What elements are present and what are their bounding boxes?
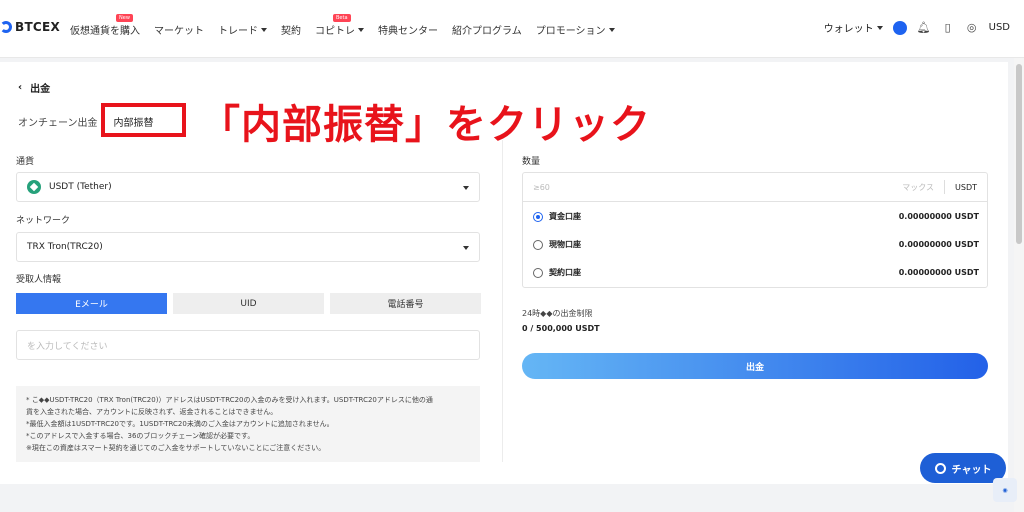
currency-selector[interactable]: USD [989, 22, 1010, 33]
chat-label: チャット [951, 464, 992, 476]
logo-text: BTCEX [15, 20, 61, 34]
globe-icon[interactable]: ◎ [965, 21, 979, 35]
highlight-box [101, 103, 186, 137]
nav-copy-trade[interactable]: コピトレ Beta [315, 14, 364, 37]
account-balance: 0.00000000 USDT [898, 240, 979, 249]
limit-label: 24時◆◆の出金制限 [522, 309, 593, 318]
chevron-down-icon [358, 27, 364, 32]
radio-selected[interactable] [533, 211, 543, 222]
wallet-label: ウォレット [823, 24, 874, 35]
chevron-down-icon [463, 186, 469, 190]
account-name: 契約口座 [549, 268, 581, 277]
currency-select[interactable]: USDT (Tether) [16, 172, 480, 202]
network-label: ネットワーク [16, 216, 71, 226]
user-avatar-icon[interactable] [892, 20, 907, 35]
note-line: ※現在この資産はスマート契約を通じてのご入金をサポートしていないことにご注意くだ… [26, 444, 326, 452]
chevron-down-icon [608, 27, 615, 32]
chevron-down-icon [876, 25, 883, 30]
usdt-coin-icon [27, 180, 41, 194]
note-line: *最低入金額は1USDT-TRC20です。1USDT-TRC20未満のご入金はア… [26, 420, 334, 428]
column-divider [502, 140, 503, 462]
account-option-contract[interactable]: 契約口座 0.00000000 USDT [533, 267, 979, 278]
nav-label: プロモーション [535, 26, 606, 37]
nav-buy-crypto[interactable]: 仮想通貨を購入 New [70, 14, 140, 37]
nav-trade[interactable]: トレード [218, 22, 267, 37]
support-widget-icon[interactable]: ◉ [993, 478, 1017, 502]
bell-icon[interactable]: 🔔︎ [917, 21, 931, 35]
limit-value: 0 / 500,000 USDT [522, 324, 600, 333]
nav-label: 紹介プログラム [452, 26, 522, 37]
scrollbar-thumb[interactable] [1016, 64, 1022, 244]
max-button[interactable]: マックス [902, 182, 934, 193]
nav-contract[interactable]: 契約 [281, 22, 301, 37]
account-balance: 0.00000000 USDT [898, 212, 979, 221]
recipient-type-tabs: Eメール UID 電話番号 [16, 293, 481, 314]
nav-label: トレード [218, 26, 258, 37]
separator [944, 180, 946, 194]
tab-phone[interactable]: 電話番号 [330, 293, 481, 314]
nav-label: 特典センター [378, 26, 438, 37]
amount-box: ≥60 マックス USDT 資金口座 0.00000000 USDT 現物口座 … [522, 172, 988, 288]
network-select[interactable]: TRX Tron(TRC20) [16, 232, 480, 262]
withdraw-button[interactable]: 出金 [522, 353, 988, 379]
beta-badge: Beta [333, 14, 351, 22]
page-scrollbar[interactable] [1014, 58, 1024, 512]
recipient-input[interactable]: を入力してください [16, 330, 480, 360]
tab-email[interactable]: Eメール [16, 293, 167, 314]
radio-unselected[interactable] [533, 267, 543, 278]
account-option-funding[interactable]: 資金口座 0.00000000 USDT [533, 211, 979, 222]
nav-referral[interactable]: 紹介プログラム [452, 22, 522, 37]
tab-uid[interactable]: UID [173, 293, 324, 314]
amount-label: 数量 [522, 157, 541, 167]
logo[interactable]: BTCEX [0, 20, 60, 34]
radio-unselected[interactable] [533, 239, 543, 250]
top-navigation-bar: BTCEX 仮想通貨を購入 New マーケット トレード 契約 コピトレ Bet… [0, 0, 1024, 58]
chat-bubble-icon [934, 462, 946, 474]
amount-placeholder: ≥60 [533, 182, 550, 192]
nav-markets[interactable]: マーケット [154, 22, 204, 37]
deposit-notes: * こ◆◆USDT-TRC20（TRX Tron(TRC20)）アドレスはUSD… [16, 386, 480, 462]
note-line: 貨を入金された場合、アカウントに反映されず、返金されることはできません。 [26, 408, 278, 416]
amount-input[interactable]: ≥60 マックス USDT [523, 173, 987, 202]
nav-label: マーケット [154, 26, 204, 37]
account-name: 資金口座 [549, 212, 581, 221]
chevron-down-icon [261, 27, 267, 32]
account-balance: 0.00000000 USDT [898, 268, 979, 277]
network-value: TRX Tron(TRC20) [27, 242, 103, 252]
chevron-down-icon [463, 246, 469, 250]
account-option-spot[interactable]: 現物口座 0.00000000 USDT [533, 239, 979, 250]
tab-onchain-withdraw[interactable]: オンチェーン出金 [18, 114, 98, 129]
new-badge: New [116, 14, 133, 22]
note-line: *このアドレスで入金する場合、36のブロックチェーン確認が必要です。 [26, 432, 255, 440]
currency-value: USDT (Tether) [49, 182, 112, 192]
note-line: * こ◆◆USDT-TRC20（TRX Tron(TRC20)）アドレスはUSD… [26, 396, 433, 404]
main-nav: 仮想通貨を購入 New マーケット トレード 契約 コピトレ Beta 特典セン… [70, 14, 615, 37]
page-title: 出金 [30, 84, 51, 95]
back-button[interactable]: ‹ 出金 [18, 80, 50, 95]
recipient-label: 受取人情報 [16, 275, 62, 285]
nav-label: 仮想通貨を購入 [70, 26, 140, 37]
annotation-text: 「内部振替」をクリック [200, 102, 651, 148]
download-app-icon[interactable]: ▯ [941, 21, 955, 35]
nav-label: 契約 [281, 26, 301, 37]
chevron-left-icon: ‹ [18, 82, 23, 93]
btcex-logo-icon [0, 21, 12, 33]
wallet-menu[interactable]: ウォレット [824, 20, 883, 35]
amount-unit: USDT [955, 182, 977, 192]
nav-label: コピトレ [315, 26, 355, 37]
currency-label: 通貨 [16, 157, 35, 167]
header-actions: ウォレット 🔔︎ ▯ ◎ USD [824, 20, 1010, 35]
nav-promotion[interactable]: プロモーション [536, 22, 615, 37]
account-name: 現物口座 [549, 240, 581, 249]
nav-rewards[interactable]: 特典センター [378, 22, 438, 37]
